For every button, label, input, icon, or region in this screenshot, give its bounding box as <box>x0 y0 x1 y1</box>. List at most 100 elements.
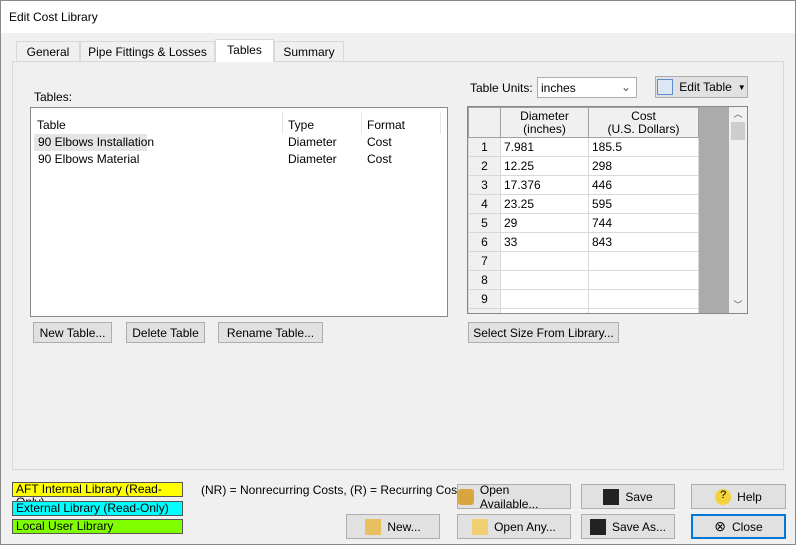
row-number: 5 <box>468 213 501 233</box>
scroll-down-icon[interactable]: ﹀ <box>729 298 747 311</box>
help-icon: ? <box>715 488 732 505</box>
row-number: 10 <box>468 308 501 313</box>
list-item[interactable]: 90 Elbows Material <box>38 152 139 166</box>
grid-cell[interactable]: 298 <box>588 156 699 176</box>
scroll-thumb[interactable] <box>731 122 745 140</box>
legend-aft-internal: AFT Internal Library (Read-Only) <box>12 482 183 509</box>
open-available-label: Open Available... <box>479 482 539 511</box>
grid-cell[interactable]: 33 <box>500 232 589 252</box>
grid-row[interactable]: 3 17.376 446 <box>468 175 699 195</box>
tables-label: Tables: <box>34 90 73 104</box>
edit-table-label: Edit Table <box>679 80 732 94</box>
save-as-label: Save As... <box>611 519 667 534</box>
close-label: Close <box>732 519 763 534</box>
grid-row[interactable]: 7 <box>468 251 699 271</box>
close-icon: ⊗ <box>714 518 727 534</box>
save-disk-icon <box>603 488 620 505</box>
chevron-down-icon: ⌄ <box>620 80 631 94</box>
grid-cell[interactable]: 185.5 <box>588 137 699 157</box>
list-cell: Diameter <box>288 135 337 149</box>
close-button[interactable]: ⊗ Close <box>691 514 786 539</box>
grid-cell[interactable] <box>500 289 589 309</box>
scroll-up-icon[interactable]: ︿ <box>729 107 747 120</box>
grid-cell[interactable] <box>588 308 699 313</box>
cost-note: (NR) = Nonrecurring Costs, (R) = Recurri… <box>201 483 467 497</box>
table-units-label: Table Units: <box>470 81 533 95</box>
help-button[interactable]: ? Help <box>691 484 786 509</box>
save-as-button[interactable]: Save As... <box>581 514 675 539</box>
open-available-button[interactable]: Open Available... <box>457 482 571 511</box>
tab-summary[interactable]: Summary <box>274 41 344 61</box>
grid-cell[interactable]: 23.25 <box>500 194 589 214</box>
tab-general[interactable]: General <box>16 41 80 61</box>
new-table-button[interactable]: New Table... <box>33 322 112 343</box>
row-number: 8 <box>468 270 501 290</box>
grid-cell[interactable]: 17.376 <box>500 175 589 195</box>
row-number: 3 <box>468 175 501 195</box>
select-size-button[interactable]: Select Size From Library... <box>468 322 619 343</box>
column-header-table[interactable]: Table <box>31 112 283 134</box>
column-header-format[interactable]: Format <box>361 112 441 134</box>
open-any-label: Open Any... <box>494 519 556 534</box>
row-number: 4 <box>468 194 501 214</box>
new-button[interactable]: New... <box>346 514 440 539</box>
new-library-icon <box>365 518 382 535</box>
grid-row[interactable]: 6 33 843 <box>468 232 699 252</box>
grid-cell[interactable] <box>588 289 699 309</box>
grid-row[interactable]: 4 23.25 595 <box>468 194 699 214</box>
save-button[interactable]: Save <box>581 484 675 509</box>
grid-row[interactable]: 2 12.25 298 <box>468 156 699 176</box>
grid-row[interactable]: 5 29 744 <box>468 213 699 233</box>
save-label: Save <box>625 489 653 504</box>
grid-row[interactable]: 1 7.981 185.5 <box>468 137 699 157</box>
grid-cell[interactable]: 843 <box>588 232 699 252</box>
grid-row[interactable]: 8 <box>468 270 699 290</box>
row-number: 9 <box>468 289 501 309</box>
row-number: 6 <box>468 232 501 252</box>
edit-table-icon <box>657 79 674 95</box>
tab-tables[interactable]: Tables <box>215 39 274 62</box>
grid-cell[interactable]: 7.981 <box>500 137 589 157</box>
new-label: New... <box>387 519 421 534</box>
grid-cell[interactable] <box>500 270 589 290</box>
grid-cell[interactable] <box>588 251 699 271</box>
grid-cell[interactable]: 446 <box>588 175 699 195</box>
vertical-scrollbar[interactable]: ︿ ﹀ <box>729 107 747 313</box>
list-item[interactable]: 90 Elbows Installation <box>38 135 154 149</box>
open-any-button[interactable]: Open Any... <box>457 514 571 539</box>
tab-pipe-fittings[interactable]: Pipe Fittings & Losses <box>80 41 215 61</box>
rename-table-button[interactable]: Rename Table... <box>218 322 323 343</box>
table-units-select[interactable]: inches ⌄ <box>537 77 637 98</box>
grid-row[interactable]: 9 <box>468 289 699 309</box>
grid-cell[interactable] <box>500 251 589 271</box>
dropdown-arrow-icon: ▼ <box>737 82 746 92</box>
grid-cell[interactable]: 29 <box>500 213 589 233</box>
grid-cell[interactable] <box>588 270 699 290</box>
grid-cell[interactable]: 595 <box>588 194 699 214</box>
legend-local-user: Local User Library <box>12 519 183 534</box>
list-cell: Cost <box>367 135 392 149</box>
row-number: 2 <box>468 156 501 176</box>
edit-table-button[interactable]: Edit Table ▼ <box>655 76 748 98</box>
grid-header-diameter[interactable]: Diameter (inches) <box>500 107 589 138</box>
folder-open-icon <box>472 518 489 535</box>
save-as-icon <box>589 518 606 535</box>
grid-cell[interactable]: 12.25 <box>500 156 589 176</box>
tables-list[interactable]: Table Type Format 90 Elbows Installation… <box>30 107 448 317</box>
delete-table-button[interactable]: Delete Table <box>126 322 205 343</box>
grid-row[interactable]: 10 <box>468 308 699 313</box>
list-cell: Diameter <box>288 152 337 166</box>
help-label: Help <box>737 489 762 504</box>
legend-external: External Library (Read-Only) <box>12 501 183 516</box>
units-value: inches <box>541 81 576 95</box>
grid-header-cost[interactable]: Cost (U.S. Dollars) <box>588 107 699 138</box>
grid-cell[interactable]: 744 <box>588 213 699 233</box>
list-cell: Cost <box>367 152 392 166</box>
row-number: 1 <box>468 137 501 157</box>
data-grid[interactable]: Diameter (inches) Cost (U.S. Dollars) 1 7.… <box>467 106 748 314</box>
database-icon <box>458 488 474 505</box>
row-number: 7 <box>468 251 501 271</box>
grid-cell[interactable] <box>500 308 589 313</box>
dialog: Edit Cost Library General Pipe Fittings … <box>0 0 796 545</box>
column-header-type[interactable]: Type <box>282 112 362 134</box>
